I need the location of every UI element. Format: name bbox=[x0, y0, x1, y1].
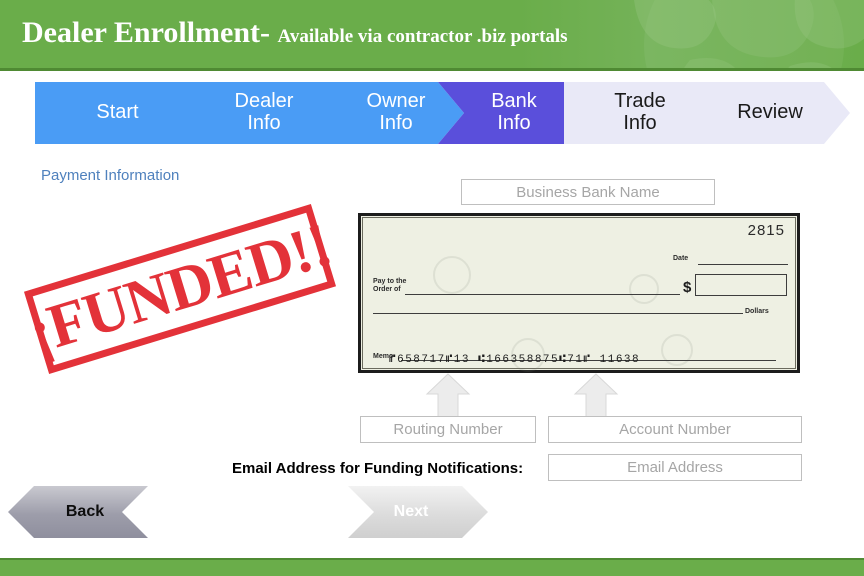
check-watermark-icon bbox=[661, 334, 693, 366]
step-trade-info-label: Trade Info bbox=[614, 90, 666, 134]
check-payto-line bbox=[405, 294, 680, 295]
check-watermark-icon bbox=[629, 274, 659, 304]
routing-number-input[interactable]: Routing Number bbox=[360, 416, 536, 443]
check-watermark-icon bbox=[433, 256, 471, 294]
enrollment-step-breadcrumb: Start Dealer Info Owner Info Bank Info T… bbox=[0, 82, 864, 144]
step-review[interactable]: Review bbox=[690, 82, 850, 144]
step-dealer-info-label: Dealer Info bbox=[234, 90, 294, 134]
page-header: Dealer Enrollment- Available via contrac… bbox=[0, 0, 864, 70]
step-bank-info-label: Bank Info bbox=[491, 90, 537, 134]
check-number: 2815 bbox=[747, 222, 785, 239]
header-divider bbox=[0, 68, 864, 71]
check-dollars-label: Dollars bbox=[745, 308, 769, 315]
back-button[interactable]: Back bbox=[8, 486, 148, 538]
step-review-label: Review bbox=[737, 101, 803, 124]
next-button-label: Next bbox=[393, 503, 429, 520]
step-start-label: Start bbox=[96, 101, 139, 124]
up-arrow-icon-routing bbox=[425, 373, 471, 418]
check-illustration: 2815 Date Pay to the Order of $ Dollars … bbox=[358, 213, 800, 373]
world-map-watermark-icon bbox=[634, 0, 864, 70]
step-owner-info[interactable]: Owner Info bbox=[328, 82, 464, 144]
back-button-label: Back bbox=[65, 503, 105, 520]
section-title-payment-information: Payment Information bbox=[41, 167, 180, 184]
email-address-input[interactable]: Email Address bbox=[548, 454, 802, 481]
check-date-line bbox=[698, 264, 788, 265]
bank-name-input[interactable]: Business Bank Name bbox=[461, 179, 715, 205]
next-button[interactable]: Next bbox=[348, 486, 488, 538]
check-amount-words-line bbox=[373, 313, 743, 314]
page-footer bbox=[0, 560, 864, 576]
up-arrow-icon-account bbox=[573, 373, 619, 418]
check-payto-label-line1: Pay to the bbox=[373, 278, 407, 285]
check-dollar-sign: $ bbox=[683, 279, 692, 296]
page-title: Dealer Enrollment- Available via contrac… bbox=[22, 16, 568, 50]
step-owner-info-label: Owner Info bbox=[366, 90, 426, 134]
funded-stamp: ¡FUNDED!! bbox=[21, 204, 344, 386]
check-amount-box bbox=[695, 274, 787, 296]
step-dealer-info[interactable]: Dealer Info bbox=[200, 82, 328, 144]
check-micr-line: ⑈658717⑈13 ⑆166358875⑆71⑈ 11638 bbox=[389, 354, 641, 366]
email-notifications-label: Email Address for Funding Notifications: bbox=[232, 460, 524, 477]
check-date-label: Date bbox=[673, 255, 689, 262]
account-number-input[interactable]: Account Number bbox=[548, 416, 802, 443]
funded-stamp-text: ¡FUNDED!! bbox=[21, 204, 339, 374]
page-title-subtitle: Available via contractor .biz portals bbox=[277, 26, 568, 47]
step-start[interactable]: Start bbox=[35, 82, 200, 144]
page-title-main: Dealer Enrollment- bbox=[22, 16, 271, 49]
check-payto-label-line2: Order of bbox=[373, 286, 401, 293]
